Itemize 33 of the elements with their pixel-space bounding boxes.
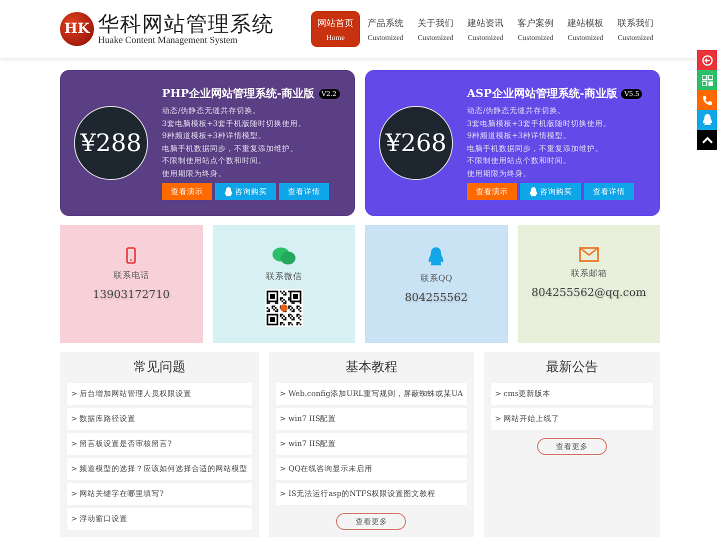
side-button[interactable] [697, 90, 717, 110]
chevron-up-icon [702, 136, 712, 144]
product-title: ASP企业网站管理系统-商业版 [467, 86, 618, 101]
product-title: PHP企业网站管理系统-商业版 [162, 86, 315, 101]
contact-label: 联系电话 [113, 270, 150, 282]
price-circle: ¥268 [379, 106, 453, 180]
contact-value: 804255562@qq.com [531, 286, 646, 299]
qr-code-icon [702, 74, 712, 86]
penguin-icon [702, 114, 712, 126]
panel-title: 最新公告 [544, 359, 599, 377]
back-to-top-button[interactable] [697, 130, 717, 150]
contact-label: 联系微信 [266, 271, 302, 283]
price-circle: ¥288 [74, 106, 148, 180]
side-button[interactable] [697, 70, 717, 90]
site-title: 华科网站管理系统 [98, 12, 274, 36]
contact-label: 联系QQ [420, 273, 452, 285]
penguin-icon [427, 247, 446, 267]
contact-value: 13903172710 [92, 288, 170, 301]
side-button[interactable] [697, 50, 717, 70]
chat-bubbles-icon [272, 247, 296, 265]
penguin-icon [224, 186, 233, 196]
mobile-phone-icon [126, 247, 136, 264]
hk-logo: HK [60, 12, 94, 46]
panel-title: 基本教程 [344, 359, 398, 377]
panel-title: 常见问题 [132, 359, 186, 377]
phone-icon [702, 94, 712, 106]
penguin-icon [529, 186, 538, 196]
contact-value: 804255562 [404, 291, 468, 304]
qr-code-drawing [264, 289, 303, 327]
envelope-icon [578, 247, 599, 262]
site-subtitle: Huake Content Management System [98, 36, 239, 46]
arrow-circle-icon [702, 54, 712, 66]
contact-label: 联系邮箱 [570, 268, 607, 280]
